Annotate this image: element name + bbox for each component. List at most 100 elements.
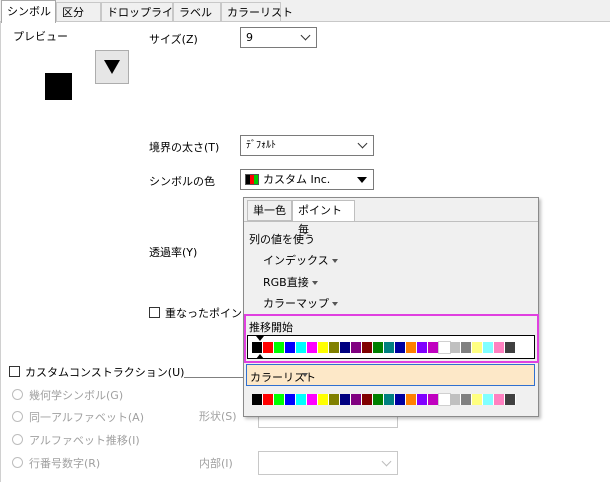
color-swatch[interactable] <box>406 342 417 353</box>
overlap-checkbox[interactable] <box>149 307 160 318</box>
start-marker-bottom-icon <box>256 354 264 359</box>
color-swatch[interactable] <box>362 394 373 405</box>
tab-label[interactable]: ラベル <box>173 2 221 21</box>
group-divider <box>184 377 244 378</box>
symbol-color-label: シンボルの色 <box>149 175 215 188</box>
color-swatch[interactable] <box>285 394 296 405</box>
border-width-label: 境界の太さ(T) <box>149 141 220 154</box>
color-swatch[interactable] <box>274 394 285 405</box>
chevron-down-icon <box>381 456 392 467</box>
color-swatches-list[interactable] <box>252 393 516 406</box>
color-swatch[interactable] <box>373 342 384 353</box>
color-swatch[interactable] <box>373 394 384 405</box>
color-swatch[interactable] <box>505 342 516 353</box>
menu-item-index-label: インデックス <box>263 254 329 267</box>
custom-construction-label: カスタムコンストラクション(U) <box>25 366 185 379</box>
color-swatch[interactable] <box>362 342 373 353</box>
color-swatch[interactable] <box>483 342 494 353</box>
color-popup: 単一色 ポイント毎 列の値を使う インデックス RGB直接 カラーマップ 推移開… <box>243 197 539 417</box>
tab-bar: シンボル 区分 ドロップライン ラベル カラーリスト <box>0 0 610 23</box>
radio-alphabet-increment-label: アルファベット推移(I) <box>29 434 140 447</box>
radio-alphabet-increment[interactable] <box>12 434 23 445</box>
color-swatch[interactable] <box>318 394 329 405</box>
symbol-color-combo[interactable]: カスタム Inc. <box>240 169 374 190</box>
use-column-values: 列の値を使う <box>249 233 315 246</box>
color-swatch[interactable] <box>274 342 285 353</box>
color-swatch[interactable] <box>494 394 505 405</box>
popup-tab-single-color[interactable]: 単一色 <box>247 200 292 221</box>
color-swatch[interactable] <box>472 394 483 405</box>
tab-color-list[interactable]: カラーリスト <box>221 2 293 21</box>
panel-border <box>0 22 1 482</box>
radio-row-number[interactable] <box>12 457 23 468</box>
symbol-preview <box>45 73 72 100</box>
color-swatches-start <box>252 341 516 354</box>
color-swatch[interactable] <box>494 342 505 353</box>
size-combo[interactable]: 9 <box>240 27 317 48</box>
color-swatch[interactable] <box>351 394 362 405</box>
color-swatch[interactable] <box>438 341 451 354</box>
radio-row-number-label: 行番号数字(R) <box>29 457 101 470</box>
color-swatch[interactable] <box>340 394 351 405</box>
color-swatch[interactable] <box>351 342 362 353</box>
radio-geometric-symbol[interactable] <box>12 389 23 400</box>
popup-tab-line <box>244 221 538 222</box>
color-swatch[interactable] <box>428 342 439 353</box>
color-swatch[interactable] <box>318 342 329 353</box>
color-swatch[interactable] <box>329 394 340 405</box>
start-marker-top-icon <box>256 336 264 341</box>
shape-label: 形状(S) <box>199 410 237 423</box>
color-swatch[interactable] <box>450 342 461 353</box>
popup-tab-by-point[interactable]: ポイント毎 <box>292 200 355 236</box>
submenu-arrow-icon <box>331 259 338 263</box>
color-swatch[interactable] <box>505 394 516 405</box>
tab-symbol[interactable]: シンボル <box>1 0 56 23</box>
border-width-value: ﾃﾞﾌｫﾙﾄ <box>246 140 276 151</box>
color-swatch[interactable] <box>438 393 451 406</box>
menu-item-index[interactable]: インデックス <box>263 252 338 268</box>
interior-label: 内部(I) <box>199 457 233 470</box>
color-swatch[interactable] <box>450 394 461 405</box>
tab-drop-lines[interactable]: ドロップライン <box>101 2 184 21</box>
color-swatch[interactable] <box>417 342 428 353</box>
transparency-label: 透過率(Y) <box>149 246 198 259</box>
symbol-picker-button[interactable] <box>95 50 129 84</box>
border-width-combo[interactable]: ﾃﾞﾌｫﾙﾄ <box>240 135 374 156</box>
color-swatch[interactable] <box>252 342 263 353</box>
color-swatch[interactable] <box>483 394 494 405</box>
color-swatch[interactable] <box>307 342 318 353</box>
color-swatch[interactable] <box>296 342 307 353</box>
radio-same-alphabet-label: 同一アルファベット(A) <box>29 411 144 424</box>
color-swatch[interactable] <box>384 394 395 405</box>
color-swatch[interactable] <box>307 394 318 405</box>
menu-item-rgb-direct[interactable]: RGB直接 <box>263 274 318 290</box>
color-swatch[interactable] <box>263 394 274 405</box>
radio-geometric-symbol-label: 幾何学シンボル(G) <box>29 389 124 402</box>
color-swatch[interactable] <box>384 342 395 353</box>
tab-group[interactable]: 区分 <box>56 2 101 21</box>
color-swatch[interactable] <box>296 394 307 405</box>
radio-same-alphabet[interactable] <box>12 411 23 422</box>
color-swatch[interactable] <box>428 394 439 405</box>
color-swatch[interactable] <box>285 342 296 353</box>
color-swatch[interactable] <box>252 394 263 405</box>
menu-item-rgb-direct-label: RGB直接 <box>263 276 309 289</box>
color-swatch[interactable] <box>472 342 483 353</box>
increment-start-strip[interactable] <box>247 335 535 359</box>
color-swatch[interactable] <box>395 394 406 405</box>
overlap-label: 重なったポイント <box>165 307 253 320</box>
interior-combo[interactable] <box>258 451 398 475</box>
custom-construction-checkbox[interactable] <box>9 366 20 377</box>
color-swatch[interactable] <box>461 342 472 353</box>
color-swatch[interactable] <box>395 342 406 353</box>
color-swatch[interactable] <box>329 342 340 353</box>
triangle-down-icon <box>104 60 120 74</box>
color-swatch[interactable] <box>461 394 472 405</box>
size-value: 9 <box>246 31 253 44</box>
color-swatch[interactable] <box>417 394 428 405</box>
color-list-item[interactable]: カラーリスト <box>246 364 535 386</box>
color-swatch[interactable] <box>263 342 274 353</box>
menu-item-colormap[interactable]: カラーマップ <box>263 295 338 311</box>
color-swatch[interactable] <box>340 342 351 353</box>
color-swatch[interactable] <box>406 394 417 405</box>
